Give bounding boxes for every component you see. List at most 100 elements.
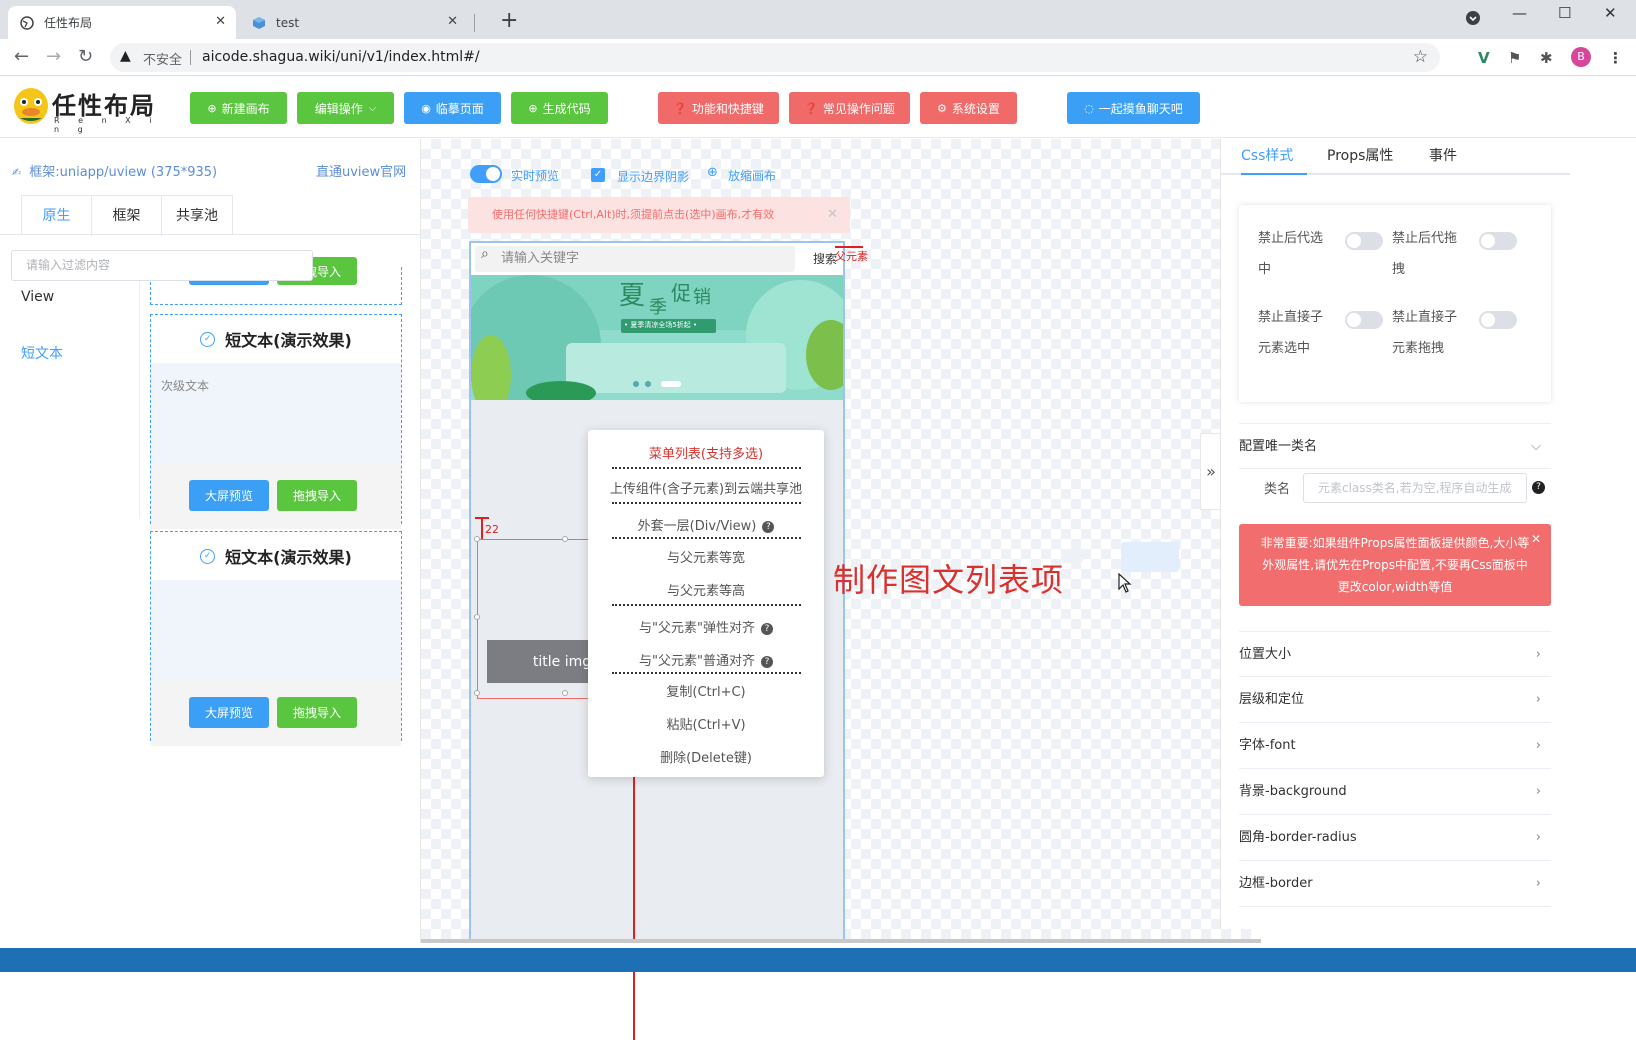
omnibox[interactable]: ▲ 不安全 aicode.shagua.wiki/uni/v1/index.ht… (110, 43, 1440, 72)
large-preview-button[interactable]: 大屏预览 (189, 480, 269, 511)
close-icon[interactable]: ✕ (1531, 528, 1541, 550)
help-icon[interactable]: ? (1532, 481, 1545, 494)
new-tab-icon[interactable]: + (500, 8, 518, 33)
filter-input[interactable]: 请输入过滤内容 (11, 250, 313, 281)
close-icon[interactable]: ✕ (827, 197, 838, 233)
design-canvas[interactable]: 实时预览 ✓ 显示边界阴影 ⊕ 放缩画布 使用任何快捷键(Ctrl,Alt)时,… (421, 139, 1261, 1040)
class-name-input[interactable]: 元素class类名,若为空,程序自动生成 (1303, 473, 1527, 503)
help-icon[interactable]: ? (760, 623, 773, 635)
lock-child-drag-switch[interactable] (1479, 311, 1517, 329)
section-position-size[interactable]: 位置大小 › (1239, 631, 1551, 677)
settings-button[interactable]: ⚙ 系统设置 (920, 92, 1017, 124)
lock-descendant-select-switch[interactable] (1345, 232, 1383, 250)
drag-import-button[interactable]: 拖拽导入 (277, 697, 357, 728)
menu-item-copy[interactable]: 复制(Ctrl+C) (588, 681, 824, 700)
star-icon[interactable]: ☆ (1413, 47, 1428, 67)
tab-props[interactable]: Props属性 (1327, 145, 1393, 165)
menu-item-match-width[interactable]: 与父元素等宽 (588, 547, 824, 566)
warning-icon[interactable]: ▲ (120, 48, 131, 64)
zoom-icon[interactable]: ⊕ (707, 165, 718, 180)
menu-item-flex-align[interactable]: 与"父元素"弹性对齐? (588, 617, 824, 636)
menu-item-normal-align[interactable]: 与"父元素"普通对齐? (588, 650, 824, 669)
edit-ops-dropdown[interactable]: 编辑操作 ⌵ (297, 92, 394, 124)
large-preview-button[interactable]: 大屏预览 (189, 697, 269, 728)
promo-banner[interactable]: 夏 季 促 销 • 夏季清凉全场5折起 • (471, 275, 843, 400)
logo[interactable]: 任性布局 R e n X i n g (12, 84, 162, 134)
realtime-preview-switch[interactable] (470, 165, 502, 183)
menu-item-list-header[interactable]: 菜单列表(支持多选) (588, 443, 824, 462)
resize-handle[interactable] (474, 614, 480, 620)
drag-import-button[interactable]: 拖拽导入 (277, 480, 357, 511)
menu-item-delete[interactable]: 删除(Delete键) (588, 747, 824, 766)
section-unique-class[interactable]: 配置唯一类名 ⌵ (1239, 423, 1551, 469)
banner-word-1: 夏 (619, 281, 646, 311)
panel-expand-toggle[interactable]: » (1200, 433, 1221, 510)
section-border-radius[interactable]: 圆角-border-radius › (1239, 815, 1551, 861)
puzzle-extension-icon[interactable]: ✱ (1540, 49, 1553, 67)
menu-item-paste[interactable]: 粘贴(Ctrl+V) (588, 714, 824, 733)
back-icon[interactable]: ← (14, 46, 29, 67)
shortcut-alert: 使用任何快捷键(Ctrl,Alt)时,须提前点击(选中)画布,才有效 ✕ (468, 197, 850, 233)
tab-native[interactable]: 原生 (22, 196, 92, 236)
section-layer-position[interactable]: 层级和定位 › (1239, 677, 1551, 723)
cube-icon (253, 16, 265, 29)
more-menu-icon[interactable]: ⋮ (1608, 49, 1623, 67)
new-canvas-button[interactable]: ⊕ 新建画布 (190, 92, 287, 124)
menu-divider (612, 502, 801, 504)
close-tab-icon[interactable]: ✕ (215, 14, 226, 29)
minimize-icon[interactable]: — (1512, 4, 1527, 22)
lock-descendant-drag-switch[interactable] (1479, 232, 1517, 250)
chevron-right-icon: › (1535, 830, 1541, 845)
section-border[interactable]: 边框-border › (1239, 861, 1551, 907)
preview-page-button[interactable]: ◉ 临摹页面 (404, 92, 501, 124)
close-tab-icon[interactable]: ✕ (447, 14, 458, 29)
browser-tab[interactable]: test ✕ (240, 6, 468, 39)
tab-search-icon[interactable] (1465, 10, 1481, 30)
category-view[interactable]: View (21, 289, 54, 305)
menu-item-match-height[interactable]: 与父元素等高 (588, 580, 824, 599)
shortcuts-button[interactable]: ❓ 功能和快捷键 (658, 92, 779, 124)
zoom-label[interactable]: 放缩画布 (728, 167, 776, 184)
category-short-text[interactable]: 短文本 (21, 343, 63, 363)
chat-button[interactable]: ◌ 一起摸鱼聊天吧 (1067, 92, 1200, 124)
video-caption: 制作图文列表项 (833, 561, 1065, 599)
logo-subtitle: R e n X i n g (54, 116, 160, 134)
resize-handle[interactable] (562, 536, 568, 542)
vue-extension-icon[interactable]: V (1478, 49, 1490, 67)
help-icon[interactable]: ? (762, 521, 775, 533)
help-icon[interactable]: ? (760, 656, 773, 668)
resize-handle[interactable] (474, 536, 480, 542)
search-button[interactable]: 搜索 (813, 250, 837, 267)
section-background[interactable]: 背景-background › (1239, 769, 1551, 815)
double-chevron-right-icon: » (1206, 462, 1216, 481)
reload-icon[interactable]: ↻ (78, 46, 93, 67)
uview-link[interactable]: 直通uview官网 (316, 161, 406, 180)
tab-shared-pool[interactable]: 共享池 (162, 196, 232, 236)
resize-handle[interactable] (474, 690, 480, 696)
menu-item-upload-shared[interactable]: 上传组件(含子元素)到云端共享池 (588, 478, 824, 497)
profile-avatar[interactable]: B (1571, 47, 1591, 67)
browser-tab-active[interactable]: 任性布局 ✕ (8, 6, 236, 39)
tab-framework[interactable]: 框架 (92, 196, 162, 236)
lock-child-select-switch[interactable] (1345, 311, 1383, 329)
show-shadow-checkbox[interactable]: ✓ (591, 168, 605, 182)
tab-events[interactable]: 事件 (1429, 145, 1457, 165)
component-card[interactable]: ✓ 短文本(演示效果) 大屏预览 拖拽导入 (150, 531, 402, 746)
search-icon: ⌕ (481, 246, 489, 262)
maximize-icon[interactable]: ☐ (1558, 4, 1571, 22)
component-card[interactable]: ✓ 短文本(演示效果) 次级文本 大屏预览 拖拽导入 (150, 314, 402, 529)
url-text[interactable]: aicode.shagua.wiki/uni/v1/index.html#/ (202, 49, 480, 65)
section-font[interactable]: 字体-font › (1239, 723, 1551, 769)
component-panel: ✍ 框架:uniapp/uview (375*935) 直通uview官网 原生 … (0, 139, 421, 947)
dimension-top-value: 22 (485, 523, 499, 536)
gen-code-button[interactable]: ⊕ 生成代码 (511, 92, 608, 124)
menu-item-wrap-layer[interactable]: 外套一层(Div/View)? (588, 515, 824, 534)
search-input[interactable]: 请输入关键字 (475, 246, 795, 272)
close-window-icon[interactable]: ✕ (1604, 4, 1617, 22)
browser-tab-title: test (276, 15, 300, 30)
forward-icon[interactable]: → (46, 46, 61, 67)
faq-button[interactable]: ❓ 常见操作问题 (789, 92, 910, 124)
tab-css[interactable]: Css样式 (1241, 145, 1293, 165)
resize-handle[interactable] (562, 690, 568, 696)
flag-extension-icon[interactable]: ⚑ (1508, 49, 1521, 67)
